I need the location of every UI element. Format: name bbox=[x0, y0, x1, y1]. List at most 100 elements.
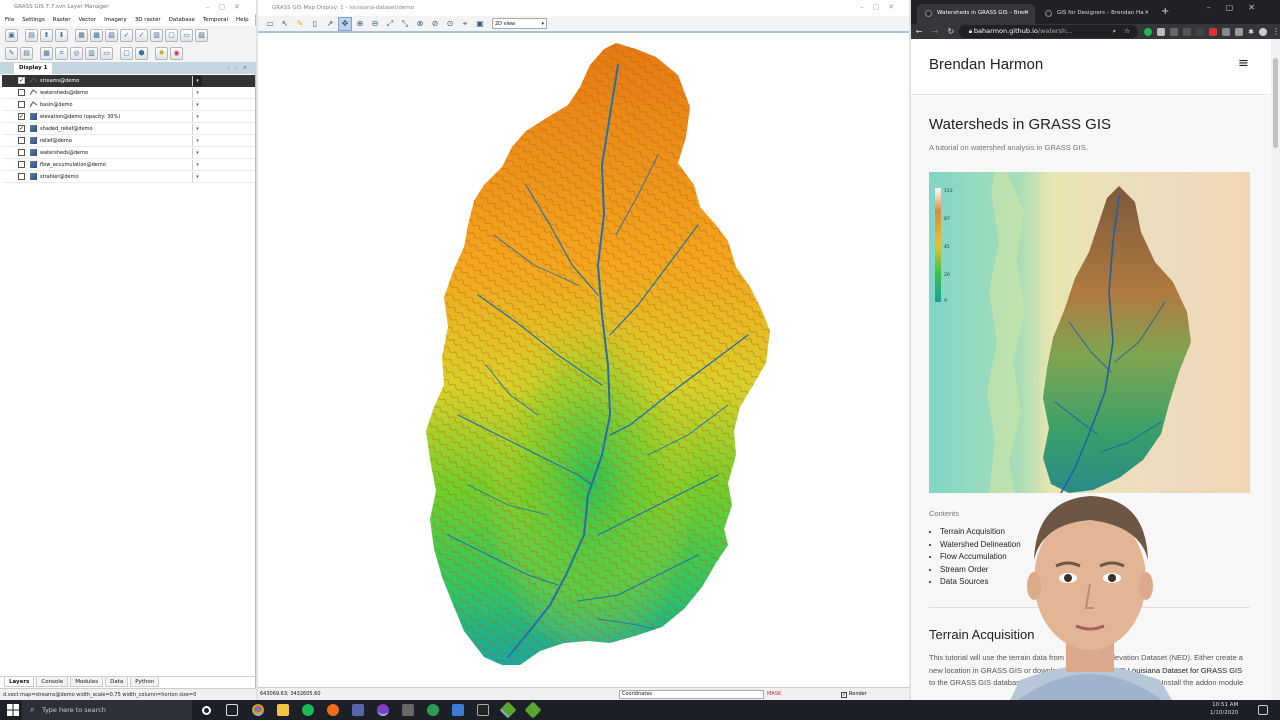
tab-navigation[interactable]: ‹ › × bbox=[228, 62, 249, 74]
tab-display-1[interactable]: Display 1 bbox=[14, 63, 53, 74]
app-icon[interactable] bbox=[352, 704, 364, 716]
python-icon[interactable]: ⬢ bbox=[135, 46, 148, 60]
taskbar-search[interactable]: ⌕ Type here to search bbox=[22, 700, 192, 720]
menu-item-imagery[interactable]: Imagery bbox=[104, 17, 127, 23]
layer-options-icon[interactable]: ▾ bbox=[192, 124, 202, 134]
profile-avatar[interactable] bbox=[1259, 27, 1267, 36]
statusbar-mode-select[interactable]: Coordinates bbox=[619, 690, 764, 699]
open-workspace-icon[interactable]: ⬆ bbox=[40, 28, 53, 42]
add-raster-misc-icon[interactable]: ▨ bbox=[105, 28, 118, 42]
window-controls[interactable]: –▢✕ bbox=[206, 0, 249, 14]
delete-layer-icon[interactable]: ▭ bbox=[180, 28, 193, 42]
new-display-icon[interactable]: ▤ bbox=[25, 28, 38, 42]
layer-visibility-checkbox[interactable]: ✓ bbox=[18, 125, 25, 132]
window-controls[interactable]: –▢✕ bbox=[860, 0, 903, 14]
add-vector-icon[interactable]: ✓ bbox=[120, 28, 133, 42]
digitize-icon[interactable]: ✎ bbox=[5, 46, 18, 60]
extension-icon[interactable] bbox=[1222, 27, 1231, 36]
extensions-puzzle-icon[interactable]: ✱ bbox=[1248, 28, 1254, 36]
browser-menu-icon[interactable]: ⋮ bbox=[1272, 27, 1280, 36]
layer-row[interactable]: flow_accumulation@demo ▾ bbox=[2, 159, 255, 171]
layer-options-icon[interactable]: ▾ bbox=[192, 160, 202, 170]
system-clock[interactable]: 10:51 AM 1/10/2020 bbox=[1210, 701, 1238, 717]
menu-item-help[interactable]: Help bbox=[236, 17, 249, 23]
zoom-out-icon[interactable]: ⊖ bbox=[368, 17, 382, 31]
blender-icon[interactable] bbox=[327, 704, 339, 716]
layer-row[interactable]: ✓ streams@demo ▾ bbox=[2, 75, 255, 87]
add-overlay-icon[interactable]: ▥ bbox=[150, 28, 163, 42]
menu-item-raster[interactable]: Raster bbox=[53, 17, 71, 23]
address-bar[interactable]: 🔒︎ baharmon.github.io/watersh... ⌕ ☆ bbox=[958, 25, 1139, 38]
spotify-icon[interactable] bbox=[302, 704, 314, 716]
scrollbar-thumb[interactable] bbox=[1273, 58, 1278, 148]
render-checkbox[interactable]: ✓ bbox=[841, 692, 847, 698]
map-swipe-icon[interactable]: ▭ bbox=[100, 46, 113, 60]
edit-layer-icon[interactable]: ▧ bbox=[195, 28, 208, 42]
add-group-icon[interactable]: ▢ bbox=[165, 28, 178, 42]
pan-icon[interactable]: ✥ bbox=[338, 16, 352, 31]
extension-icon[interactable] bbox=[1196, 27, 1205, 36]
layer-row[interactable]: ✓ shaded_relief@demo ▾ bbox=[2, 123, 255, 135]
cartographic-composer-icon[interactable]: ▥ bbox=[85, 46, 98, 60]
display-map-icon[interactable]: ▭ bbox=[263, 17, 277, 31]
browser-tab[interactable]: GIS for Designers – Brendan Ha ✕ bbox=[1037, 4, 1155, 24]
layer-visibility-checkbox[interactable] bbox=[18, 173, 25, 180]
layer-visibility-checkbox[interactable] bbox=[18, 137, 25, 144]
layer-options-icon[interactable]: ▾ bbox=[192, 112, 202, 122]
render-toggle[interactable]: ✓ Render bbox=[841, 688, 867, 700]
file-explorer-icon[interactable] bbox=[277, 704, 289, 716]
back-icon[interactable]: ← bbox=[911, 27, 927, 36]
layer-options-icon[interactable]: ▾ bbox=[192, 136, 202, 146]
task-view-icon[interactable] bbox=[226, 704, 238, 716]
extension-icon[interactable] bbox=[1209, 27, 1218, 36]
layer-options-icon[interactable]: ▾ bbox=[192, 88, 202, 98]
layer-visibility-checkbox[interactable]: ✓ bbox=[18, 113, 25, 120]
hamburger-menu-icon[interactable]: ≡ bbox=[1238, 56, 1249, 71]
erase-icon[interactable]: ✎ bbox=[293, 17, 307, 31]
extension-icon[interactable] bbox=[1183, 27, 1192, 36]
analyze-icon[interactable]: ⊘ bbox=[428, 17, 442, 31]
close-tab-icon[interactable]: ✕ bbox=[1144, 4, 1149, 22]
obs-icon[interactable] bbox=[377, 704, 389, 716]
layer-visibility-checkbox[interactable] bbox=[18, 149, 25, 156]
layer-visibility-checkbox[interactable] bbox=[18, 101, 25, 108]
save-workspace-icon[interactable]: ⬇ bbox=[55, 28, 68, 42]
menu-item-temporal[interactable]: Temporal bbox=[203, 17, 228, 23]
start-new-workspace-icon[interactable]: ▣ bbox=[5, 28, 18, 42]
extension-icon[interactable] bbox=[1144, 27, 1153, 36]
browser-tab-active[interactable]: Watersheds in GRASS GIS – Bren ✕ bbox=[917, 4, 1035, 24]
menu-item-settings[interactable]: Settings bbox=[22, 17, 45, 23]
view-mode-select[interactable]: 2D view ▾ bbox=[492, 18, 547, 29]
zoom-back-icon[interactable]: ⤡ bbox=[398, 17, 412, 31]
zoom-extent-icon[interactable]: ⤢ bbox=[383, 17, 397, 31]
tab-layers[interactable]: Layers bbox=[4, 677, 35, 687]
extension-icon[interactable] bbox=[1170, 27, 1179, 36]
site-name-link[interactable]: Brendan Harmon bbox=[929, 56, 1043, 73]
add-multiple-raster-icon[interactable]: ▩ bbox=[90, 28, 103, 42]
map-calculator-icon[interactable]: ▦ bbox=[40, 46, 53, 60]
app-icon[interactable] bbox=[427, 704, 439, 716]
layer-options-icon[interactable]: ▾ bbox=[192, 76, 202, 86]
menu-item-file[interactable]: File bbox=[5, 17, 14, 23]
layer-row[interactable]: relief@demo ▾ bbox=[2, 135, 255, 147]
terminal-icon[interactable] bbox=[477, 704, 489, 716]
help-icon[interactable]: ◉ bbox=[170, 46, 183, 60]
reload-icon[interactable]: ↻ bbox=[943, 27, 959, 36]
tab-console[interactable]: Console bbox=[36, 677, 69, 687]
tab-python[interactable]: Python bbox=[130, 677, 160, 687]
zoom-menu-icon[interactable]: ⊗ bbox=[413, 17, 427, 31]
map-canvas[interactable] bbox=[258, 35, 909, 687]
overlay-icon[interactable]: ⊙ bbox=[443, 17, 457, 31]
layer-row[interactable]: watersheds@demo ▾ bbox=[2, 147, 255, 159]
chrome-taskbar-icon[interactable] bbox=[252, 704, 264, 716]
attribute-table-icon[interactable]: ▤ bbox=[20, 46, 33, 60]
app-icon[interactable] bbox=[402, 704, 414, 716]
script-icon[interactable]: ▢ bbox=[120, 46, 133, 60]
layer-row[interactable]: watersheds@demo ▾ bbox=[2, 87, 255, 99]
tab-data[interactable]: Data bbox=[105, 677, 129, 687]
notification-icon[interactable] bbox=[1258, 705, 1268, 715]
layer-options-icon[interactable]: ▾ bbox=[192, 100, 202, 110]
add-raster-icon[interactable]: ▦ bbox=[75, 28, 88, 42]
layer-visibility-checkbox[interactable] bbox=[18, 89, 25, 96]
add-vector-misc-icon[interactable]: ✓ bbox=[135, 28, 148, 42]
